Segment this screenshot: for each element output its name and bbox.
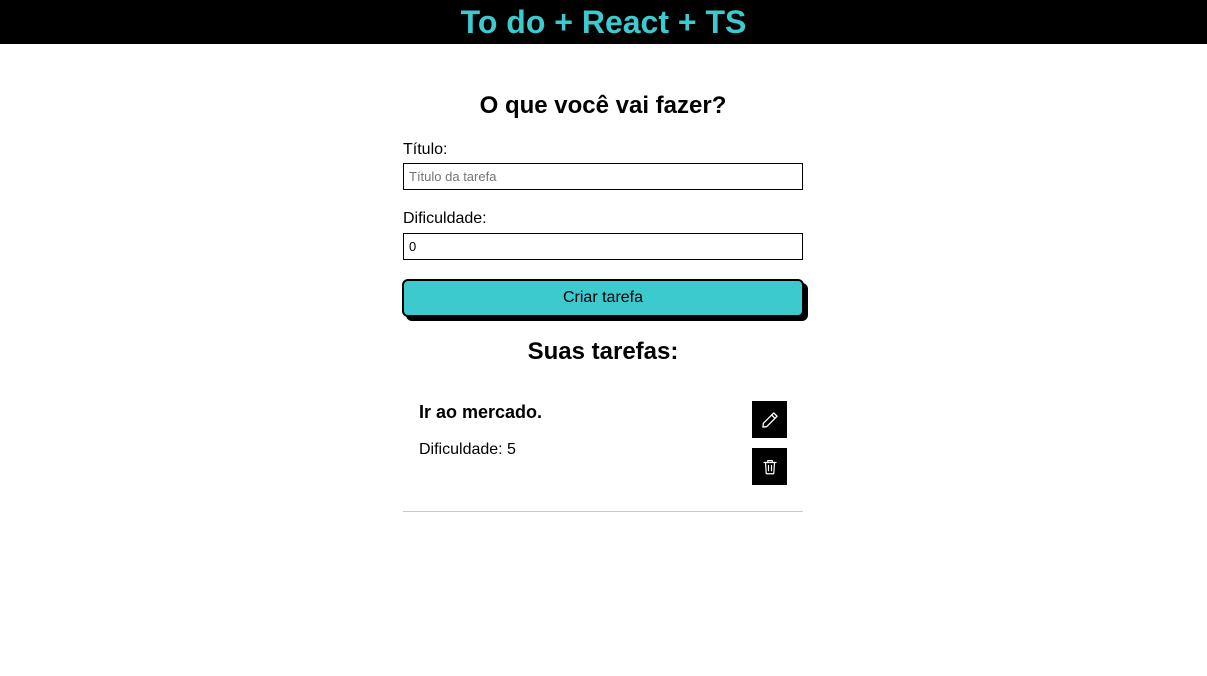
app-title: To do + React + TS [460, 4, 747, 40]
app-header: To do + React + TS [0, 0, 1207, 44]
difficulty-input[interactable] [403, 233, 803, 260]
task-item: Ir ao mercado. Dificuldade: 5 [403, 380, 803, 512]
create-task-button[interactable]: Criar tarefa [402, 279, 804, 317]
task-list-heading: Suas tarefas: [527, 338, 679, 365]
edit-task-button[interactable] [752, 401, 787, 438]
title-input[interactable] [403, 163, 803, 190]
trash-icon [761, 457, 779, 477]
task-difficulty: Dificuldade: 5 [419, 441, 516, 458]
pencil-icon [760, 410, 780, 430]
form-heading: O que você vai fazer? [479, 92, 727, 119]
delete-task-button[interactable] [752, 448, 787, 485]
task-title: Ir ao mercado. [419, 402, 543, 422]
difficulty-label: Dificuldade: [403, 210, 487, 227]
title-label: Título: [403, 141, 448, 158]
